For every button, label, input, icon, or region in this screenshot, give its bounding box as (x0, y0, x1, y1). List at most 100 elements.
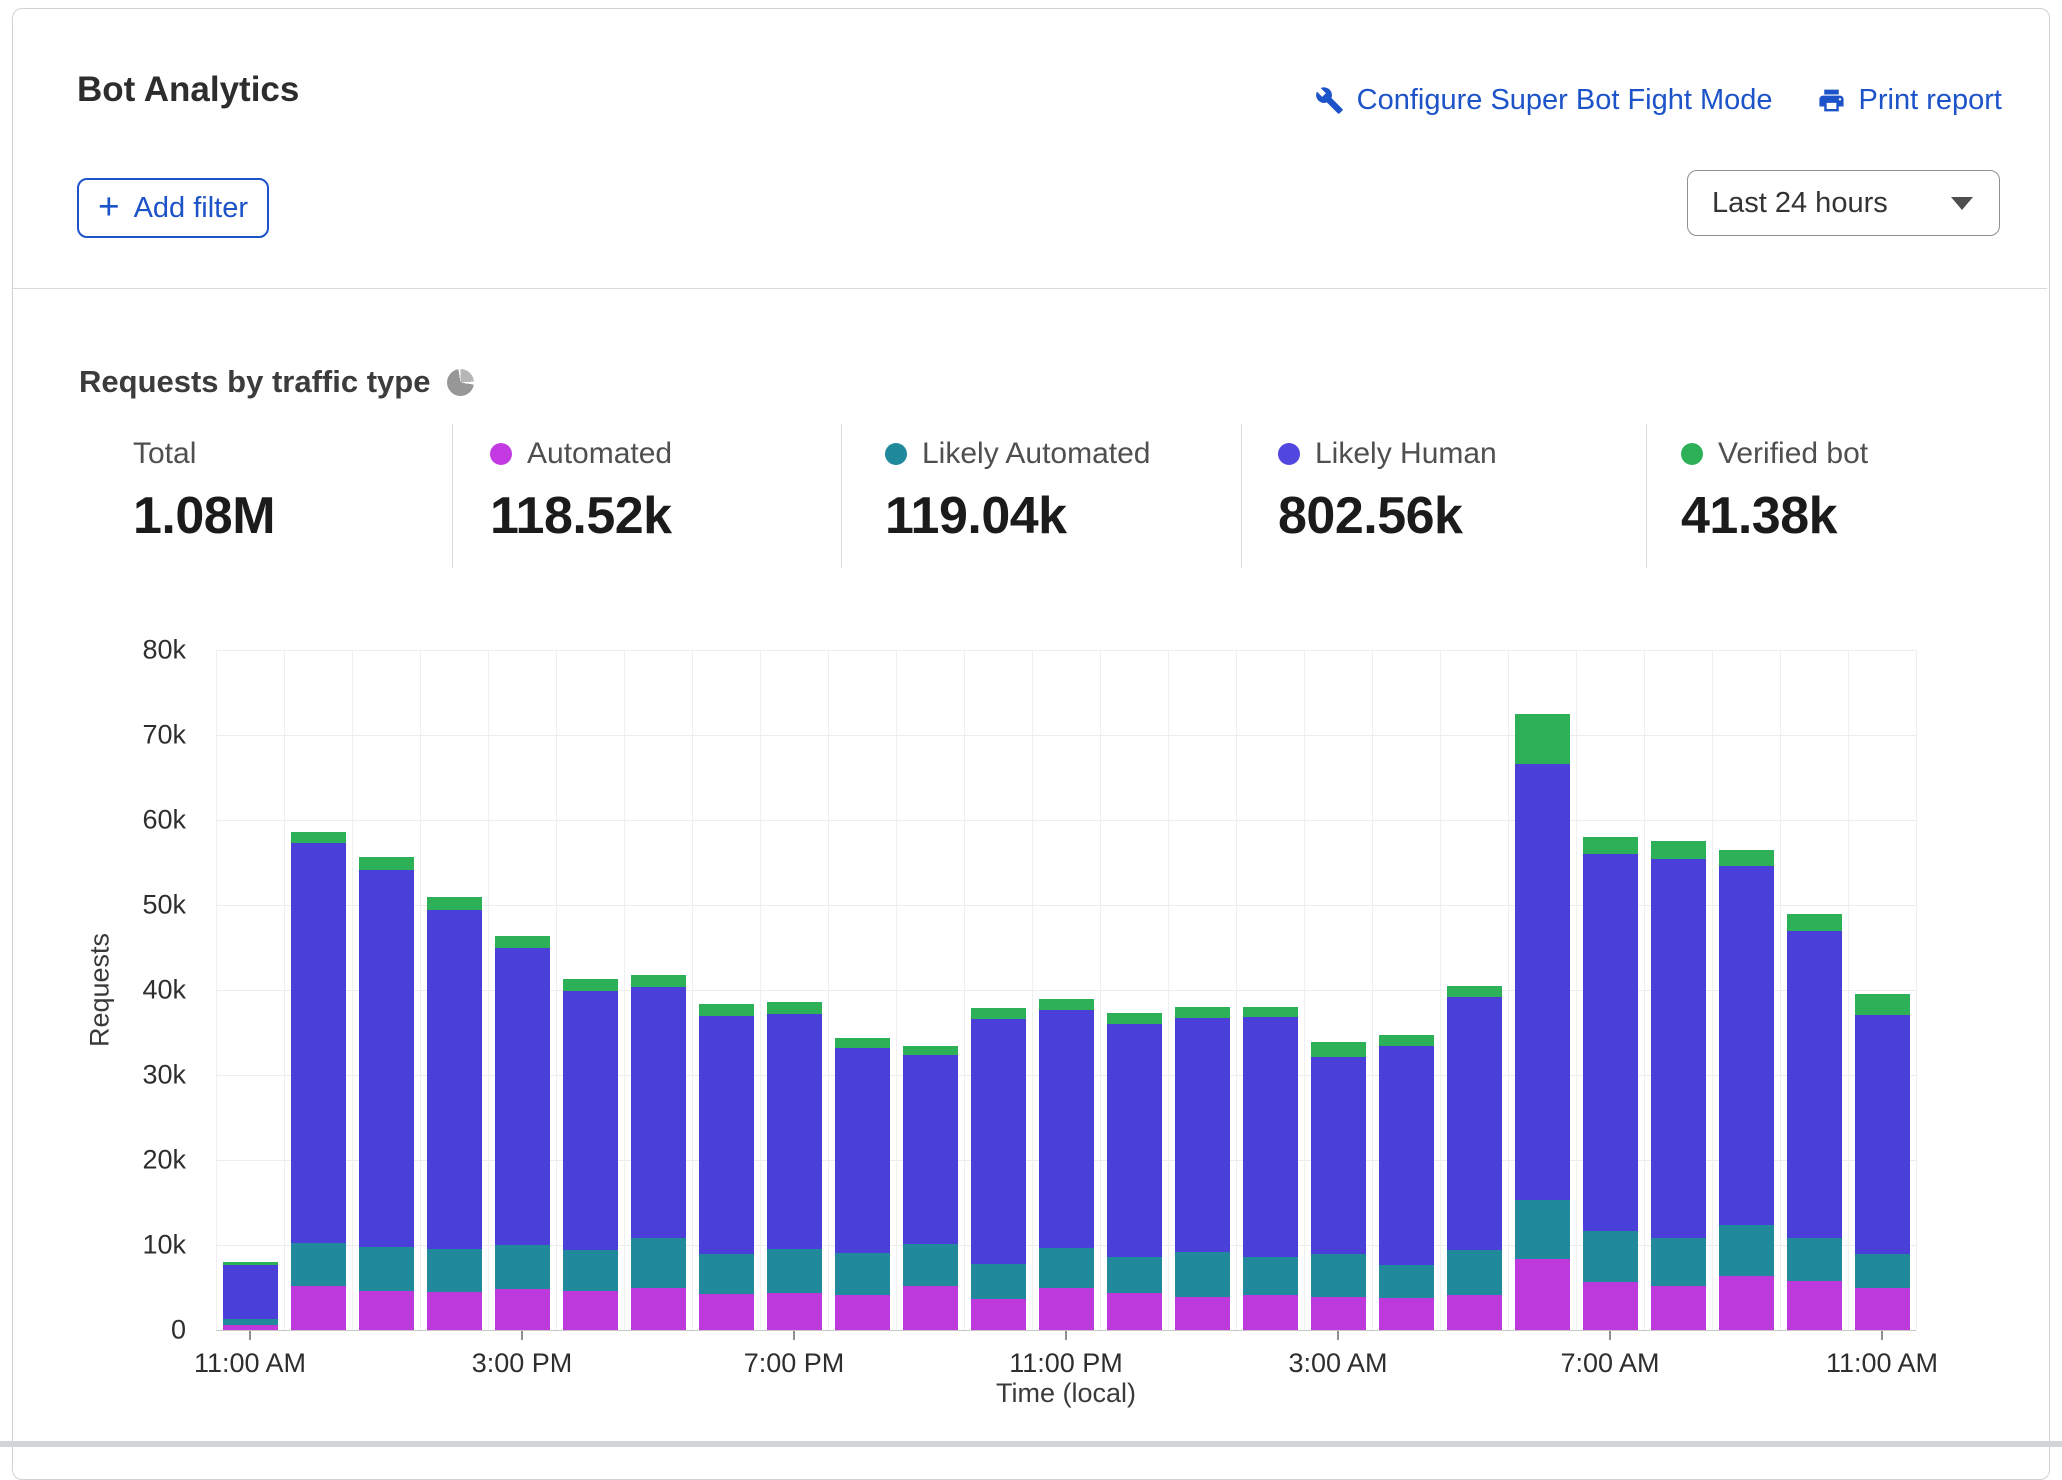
gridline-vertical (1508, 650, 1509, 1330)
bar-segment-likely-human (1379, 1046, 1434, 1264)
bar-hour-8[interactable] (699, 1004, 754, 1330)
bar-segment-likely-human (1787, 931, 1842, 1239)
bottom-divider (0, 1441, 2062, 1447)
bar-segment-automated (1719, 1276, 1774, 1330)
bar-segment-verified-bot (427, 897, 482, 911)
bar-segment-automated (1243, 1295, 1298, 1330)
bar-hour-14[interactable] (1107, 1013, 1162, 1330)
gridline-vertical (1032, 650, 1033, 1330)
gridline-vertical (284, 650, 285, 1330)
stat-verified-bot[interactable]: Verified bot 41.38k (1681, 437, 1868, 546)
print-report-link[interactable]: Print report (1817, 84, 2002, 117)
stat-automated[interactable]: Automated 118.52k (490, 437, 672, 546)
stat-divider (1646, 424, 1647, 568)
gridline-vertical (352, 650, 353, 1330)
stat-divider (452, 424, 453, 568)
bar-hour-13[interactable] (1039, 999, 1094, 1330)
x-axis-tick-label: 11:00 PM (936, 1348, 1196, 1379)
gridline-vertical (1100, 650, 1101, 1330)
bar-hour-5[interactable] (495, 936, 550, 1330)
bar-segment-verified-bot (1583, 837, 1638, 854)
bar-hour-24[interactable] (1787, 914, 1842, 1330)
gridline-vertical (1644, 650, 1645, 1330)
x-axis-tick-label: 3:00 AM (1208, 1348, 1468, 1379)
bar-segment-likely-human (835, 1048, 890, 1253)
gridline-vertical (1304, 650, 1305, 1330)
stat-likely-human[interactable]: Likely Human 802.56k (1278, 437, 1497, 546)
bar-segment-likely-automated (359, 1247, 414, 1291)
gridline-vertical (1848, 650, 1849, 1330)
bar-segment-verified-bot (495, 936, 550, 948)
bar-segment-verified-bot (903, 1046, 958, 1055)
plus-icon: + (98, 188, 120, 225)
bar-segment-automated (223, 1325, 278, 1330)
bar-hour-7[interactable] (631, 975, 686, 1330)
bar-hour-2[interactable] (291, 832, 346, 1330)
header-links: Configure Super Bot Fight Mode Print rep… (1315, 84, 2002, 117)
bar-hour-25[interactable] (1855, 994, 1910, 1330)
bar-hour-4[interactable] (427, 897, 482, 1330)
bar-hour-15[interactable] (1175, 1007, 1230, 1330)
bar-segment-verified-bot (1243, 1007, 1298, 1017)
bar-hour-10[interactable] (835, 1038, 890, 1330)
bar-hour-22[interactable] (1651, 841, 1706, 1330)
bar-hour-9[interactable] (767, 1002, 822, 1330)
print-link-label: Print report (1859, 84, 2002, 117)
bar-segment-automated (291, 1286, 346, 1330)
bar-hour-16[interactable] (1243, 1007, 1298, 1330)
y-axis-tick-label: 40k (56, 975, 186, 1006)
bar-hour-21[interactable] (1583, 837, 1638, 1330)
bar-segment-likely-automated (631, 1238, 686, 1287)
time-range-select[interactable]: Last 24 hours (1687, 170, 2000, 236)
x-axis-tick-mark (249, 1331, 251, 1340)
bar-segment-verified-bot (971, 1008, 1026, 1019)
x-axis-tick-mark (1881, 1331, 1883, 1340)
gridline-vertical (1440, 650, 1441, 1330)
stat-total: Total 1.08M (133, 437, 275, 546)
gridline-vertical (420, 650, 421, 1330)
bar-segment-likely-automated (1447, 1250, 1502, 1295)
y-axis-tick-label: 0 (56, 1315, 186, 1346)
bar-hour-12[interactable] (971, 1008, 1026, 1330)
bar-segment-verified-bot (767, 1002, 822, 1014)
bar-hour-3[interactable] (359, 857, 414, 1330)
bar-segment-automated (495, 1289, 550, 1330)
plot-area: 010k20k30k40k50k60k70k80k11:00 AM3:00 PM… (216, 650, 1916, 1330)
bar-segment-likely-human (1175, 1018, 1230, 1252)
bar-segment-likely-human (971, 1019, 1026, 1264)
gridline-vertical (1372, 650, 1373, 1330)
bar-segment-likely-automated (767, 1249, 822, 1292)
bar-segment-automated (563, 1291, 618, 1330)
bar-segment-automated (1515, 1259, 1570, 1330)
bar-hour-18[interactable] (1379, 1035, 1434, 1330)
configure-super-bot-fight-mode-link[interactable]: Configure Super Bot Fight Mode (1315, 84, 1773, 117)
bar-segment-likely-automated (1651, 1238, 1706, 1286)
bar-segment-likely-human (359, 870, 414, 1247)
bar-segment-likely-human (1243, 1017, 1298, 1257)
stat-value: 802.56k (1278, 486, 1497, 546)
pie-chart-icon (447, 369, 474, 396)
bar-hour-6[interactable] (563, 979, 618, 1330)
bar-segment-verified-bot (1651, 841, 1706, 859)
bar-hour-20[interactable] (1515, 714, 1570, 1330)
bar-segment-likely-human (495, 948, 550, 1246)
bar-hour-1[interactable] (223, 1262, 278, 1330)
gridline-vertical (1780, 650, 1781, 1330)
stat-label: Verified bot (1718, 437, 1868, 471)
bar-segment-likely-human (1719, 866, 1774, 1226)
stat-likely-automated[interactable]: Likely Automated 119.04k (885, 437, 1150, 546)
bar-segment-verified-bot (1447, 986, 1502, 997)
stat-label: Automated (527, 437, 672, 471)
x-axis-tick-mark (521, 1331, 523, 1340)
bar-hour-17[interactable] (1311, 1042, 1366, 1330)
add-filter-button[interactable]: + Add filter (77, 178, 269, 238)
bar-segment-likely-human (903, 1055, 958, 1245)
x-axis-tick-label: 7:00 PM (664, 1348, 924, 1379)
bar-hour-19[interactable] (1447, 986, 1502, 1330)
bar-hour-11[interactable] (903, 1046, 958, 1330)
y-axis-tick-label: 60k (56, 805, 186, 836)
bar-segment-automated (1787, 1281, 1842, 1330)
bar-segment-likely-automated (1175, 1252, 1230, 1297)
bar-hour-23[interactable] (1719, 850, 1774, 1330)
bar-segment-likely-human (1107, 1024, 1162, 1257)
